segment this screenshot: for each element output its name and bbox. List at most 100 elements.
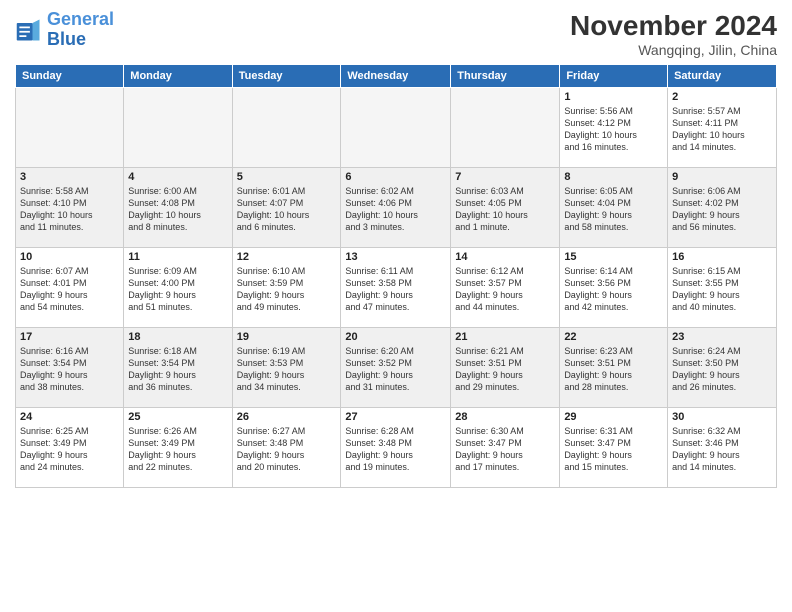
calendar-day-cell: 25 Sunrise: 6:26 AM Sunset: 3:49 PM Dayli… xyxy=(124,408,232,488)
calendar-week-row: 24Sunrise: 6:25 AM Sunset: 3:49 PM Dayli… xyxy=(16,408,777,488)
day-info: Sunrise: 6:32 AM Sunset: 3:46 PM Dayligh… xyxy=(672,425,772,474)
day-info: Sunrise: 6:21 AM Sunset: 3:51 PM Dayligh… xyxy=(455,345,555,394)
day-number: 28 xyxy=(455,411,555,423)
calendar-day-cell: 10Sunrise: 6:07 AM Sunset: 4:01 PM Dayli… xyxy=(16,248,124,328)
logo-line2: Blue xyxy=(47,30,114,50)
day-info: Sunrise: 6:24 AM Sunset: 3:50 PM Dayligh… xyxy=(672,345,772,394)
calendar-day-cell: 21Sunrise: 6:21 AM Sunset: 3:51 PM Dayli… xyxy=(451,328,560,408)
calendar-day-cell xyxy=(451,88,560,168)
day-number: 29 xyxy=(564,411,663,423)
header-saturday: Saturday xyxy=(668,65,777,88)
month-title: November 2024 xyxy=(570,10,777,42)
header-thursday: Thursday xyxy=(451,65,560,88)
day-number: 8 xyxy=(564,171,663,183)
day-info: Sunrise: 6:19 AM Sunset: 3:53 PM Dayligh… xyxy=(237,345,337,394)
calendar-day-cell xyxy=(341,88,451,168)
day-info: Sunrise: 6:31 AM Sunset: 3:47 PM Dayligh… xyxy=(564,425,663,474)
calendar-day-cell: 15 Sunrise: 6:14 AM Sunset: 3:56 PM Dayli… xyxy=(560,248,668,328)
day-info: Sunrise: 6:00 AM Sunset: 4:08 PM Dayligh… xyxy=(128,185,227,234)
calendar-day-cell: 27Sunrise: 6:28 AM Sunset: 3:48 PM Dayli… xyxy=(341,408,451,488)
calendar-day-cell: 13Sunrise: 6:11 AM Sunset: 3:58 PM Dayli… xyxy=(341,248,451,328)
day-info: Sunrise: 6:26 AM Sunset: 3:49 PM Dayligh… xyxy=(128,425,227,474)
calendar-day-cell: 9 Sunrise: 6:06 AM Sunset: 4:02 PM Daylig… xyxy=(668,168,777,248)
day-number: 23 xyxy=(672,331,772,343)
header-wednesday: Wednesday xyxy=(341,65,451,88)
calendar-week-row: 1Sunrise: 5:56 AM Sunset: 4:12 PM Daylig… xyxy=(16,88,777,168)
day-info: Sunrise: 5:58 AM Sunset: 4:10 PM Dayligh… xyxy=(20,185,119,234)
calendar-day-cell: 20Sunrise: 6:20 AM Sunset: 3:52 PM Dayli… xyxy=(341,328,451,408)
day-info: Sunrise: 6:12 AM Sunset: 3:57 PM Dayligh… xyxy=(455,265,555,314)
logo: General Blue xyxy=(15,10,114,50)
day-info: Sunrise: 5:56 AM Sunset: 4:12 PM Dayligh… xyxy=(564,105,663,154)
calendar-day-cell: 7 Sunrise: 6:03 AM Sunset: 4:05 PM Daylig… xyxy=(451,168,560,248)
day-info: Sunrise: 6:15 AM Sunset: 3:55 PM Dayligh… xyxy=(672,265,772,314)
day-info: Sunrise: 6:18 AM Sunset: 3:54 PM Dayligh… xyxy=(128,345,227,394)
day-number: 9 xyxy=(672,171,772,183)
calendar-day-cell: 28 Sunrise: 6:30 AM Sunset: 3:47 PM Dayli… xyxy=(451,408,560,488)
calendar-week-row: 3 Sunrise: 5:58 AM Sunset: 4:10 PM Daylig… xyxy=(16,168,777,248)
day-number: 18 xyxy=(128,331,227,343)
calendar-day-cell xyxy=(232,88,341,168)
day-info: Sunrise: 6:03 AM Sunset: 4:05 PM Dayligh… xyxy=(455,185,555,234)
calendar-day-cell: 14 Sunrise: 6:12 AM Sunset: 3:57 PM Dayli… xyxy=(451,248,560,328)
day-info: Sunrise: 6:06 AM Sunset: 4:02 PM Dayligh… xyxy=(672,185,772,234)
day-info: Sunrise: 6:11 AM Sunset: 3:58 PM Dayligh… xyxy=(345,265,446,314)
calendar-day-cell: 2 Sunrise: 5:57 AM Sunset: 4:11 PM Daylig… xyxy=(668,88,777,168)
day-number: 25 xyxy=(128,411,227,423)
day-number: 19 xyxy=(237,331,337,343)
day-number: 11 xyxy=(128,251,227,263)
day-info: Sunrise: 6:25 AM Sunset: 3:49 PM Dayligh… xyxy=(20,425,119,474)
day-number: 5 xyxy=(237,171,337,183)
day-number: 22 xyxy=(564,331,663,343)
calendar: Sunday Monday Tuesday Wednesday Thursday… xyxy=(15,64,777,488)
calendar-day-cell: 22 Sunrise: 6:23 AM Sunset: 3:51 PM Dayli… xyxy=(560,328,668,408)
header-friday: Friday xyxy=(560,65,668,88)
day-info: Sunrise: 6:07 AM Sunset: 4:01 PM Dayligh… xyxy=(20,265,119,314)
day-number: 14 xyxy=(455,251,555,263)
day-number: 6 xyxy=(345,171,446,183)
calendar-day-cell xyxy=(124,88,232,168)
day-number: 30 xyxy=(672,411,772,423)
logo-icon xyxy=(15,16,43,44)
calendar-day-cell: 16Sunrise: 6:15 AM Sunset: 3:55 PM Dayli… xyxy=(668,248,777,328)
day-number: 4 xyxy=(128,171,227,183)
calendar-day-cell: 29 Sunrise: 6:31 AM Sunset: 3:47 PM Dayli… xyxy=(560,408,668,488)
calendar-day-cell: 4 Sunrise: 6:00 AM Sunset: 4:08 PM Daylig… xyxy=(124,168,232,248)
calendar-week-row: 17Sunrise: 6:16 AM Sunset: 3:54 PM Dayli… xyxy=(16,328,777,408)
day-info: Sunrise: 6:10 AM Sunset: 3:59 PM Dayligh… xyxy=(237,265,337,314)
calendar-header-row: Sunday Monday Tuesday Wednesday Thursday… xyxy=(16,65,777,88)
calendar-day-cell: 12 Sunrise: 6:10 AM Sunset: 3:59 PM Dayli… xyxy=(232,248,341,328)
calendar-day-cell: 19 Sunrise: 6:19 AM Sunset: 3:53 PM Dayli… xyxy=(232,328,341,408)
logo-text: General Blue xyxy=(47,10,114,50)
calendar-day-cell: 6 Sunrise: 6:02 AM Sunset: 4:06 PM Daylig… xyxy=(341,168,451,248)
day-number: 7 xyxy=(455,171,555,183)
day-info: Sunrise: 5:57 AM Sunset: 4:11 PM Dayligh… xyxy=(672,105,772,154)
day-info: Sunrise: 6:01 AM Sunset: 4:07 PM Dayligh… xyxy=(237,185,337,234)
header-tuesday: Tuesday xyxy=(232,65,341,88)
calendar-week-row: 10Sunrise: 6:07 AM Sunset: 4:01 PM Dayli… xyxy=(16,248,777,328)
day-info: Sunrise: 6:30 AM Sunset: 3:47 PM Dayligh… xyxy=(455,425,555,474)
location: Wangqing, Jilin, China xyxy=(570,42,777,58)
calendar-day-cell: 30 Sunrise: 6:32 AM Sunset: 3:46 PM Dayli… xyxy=(668,408,777,488)
day-info: Sunrise: 6:02 AM Sunset: 4:06 PM Dayligh… xyxy=(345,185,446,234)
title-area: November 2024 Wangqing, Jilin, China xyxy=(570,10,777,58)
day-number: 15 xyxy=(564,251,663,263)
day-number: 26 xyxy=(237,411,337,423)
calendar-day-cell: 5 Sunrise: 6:01 AM Sunset: 4:07 PM Daylig… xyxy=(232,168,341,248)
calendar-day-cell xyxy=(16,88,124,168)
day-info: Sunrise: 6:16 AM Sunset: 3:54 PM Dayligh… xyxy=(20,345,119,394)
day-number: 12 xyxy=(237,251,337,263)
day-number: 2 xyxy=(672,91,772,103)
calendar-day-cell: 1Sunrise: 5:56 AM Sunset: 4:12 PM Daylig… xyxy=(560,88,668,168)
day-number: 27 xyxy=(345,411,446,423)
calendar-day-cell: 3 Sunrise: 5:58 AM Sunset: 4:10 PM Daylig… xyxy=(16,168,124,248)
day-info: Sunrise: 6:14 AM Sunset: 3:56 PM Dayligh… xyxy=(564,265,663,314)
day-number: 3 xyxy=(20,171,119,183)
day-info: Sunrise: 6:27 AM Sunset: 3:48 PM Dayligh… xyxy=(237,425,337,474)
page: General Blue November 2024 Wangqing, Jil… xyxy=(0,0,792,612)
day-number: 20 xyxy=(345,331,446,343)
header-monday: Monday xyxy=(124,65,232,88)
calendar-day-cell: 17Sunrise: 6:16 AM Sunset: 3:54 PM Dayli… xyxy=(16,328,124,408)
header-sunday: Sunday xyxy=(16,65,124,88)
day-info: Sunrise: 6:23 AM Sunset: 3:51 PM Dayligh… xyxy=(564,345,663,394)
